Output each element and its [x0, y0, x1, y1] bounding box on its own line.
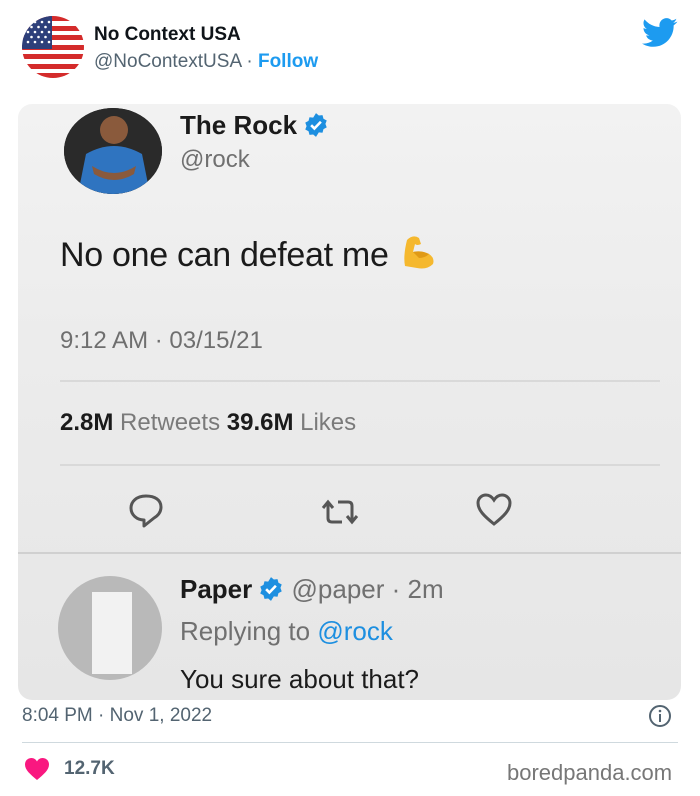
account-handle[interactable]: @NoContextUSA [94, 51, 241, 72]
watermark: boredpanda.com [507, 760, 673, 785]
rock-avatar-image [64, 108, 162, 194]
flexed-biceps-icon [403, 236, 434, 269]
verified-badge-icon [305, 113, 327, 137]
embedded-screenshot[interactable]: The Rock @rock No one can defeat me 9:12… [18, 104, 681, 700]
paper-handle: @paper [291, 574, 385, 604]
divider [18, 552, 681, 554]
rock-handle: @rock [180, 146, 250, 173]
divider [60, 464, 660, 466]
paper-name-row: Paper @paper · 2m [180, 574, 444, 605]
info-icon[interactable] [648, 704, 672, 728]
like-icon [476, 493, 512, 526]
retweets-count: 2.8M [60, 409, 114, 436]
likes-count: 39.6M [226, 409, 294, 436]
tweet-time: 9:12 AM · 03/15/21 [60, 327, 263, 354]
paper-avatar [58, 576, 162, 680]
rock-avatar [64, 108, 162, 194]
replying-to-row: Replying to @rock [180, 616, 393, 647]
reply-icon [129, 494, 163, 528]
twitter-bird-icon[interactable] [642, 18, 678, 48]
paper-sheet-image [92, 592, 132, 674]
paper-name: Paper [180, 574, 253, 604]
likes-label: Likes [300, 409, 357, 436]
us-flag-icon [22, 16, 84, 78]
reply-text: You sure about that? [180, 664, 420, 694]
follow-button[interactable]: Follow [258, 51, 318, 72]
account-avatar[interactable] [22, 16, 84, 78]
divider [60, 380, 660, 382]
replying-prefix: Replying to [180, 616, 311, 646]
replying-to-handle: @rock [317, 616, 393, 646]
rock-name: The Rock [180, 110, 298, 140]
account-name[interactable]: No Context USA [94, 24, 241, 46]
footer-divider [22, 742, 678, 743]
rock-name-row: The Rock [180, 110, 329, 141]
handle-separator: · [241, 51, 258, 72]
reply-age: · 2m [391, 574, 444, 604]
retweets-label: Retweets [120, 409, 221, 436]
account-handle-row: @NoContextUSA · Follow [94, 51, 318, 73]
tweet-stats: 2.8M Retweets 39.6M Likes [60, 409, 356, 437]
heart-icon[interactable] [24, 757, 50, 781]
verified-badge-icon [260, 577, 282, 601]
tweet-timestamp[interactable]: 8:04 PM · Nov 1, 2022 [22, 705, 212, 727]
retweet-icon [321, 499, 359, 525]
tweet-text: No one can defeat me [60, 236, 389, 274]
tweet-text-row: No one can defeat me [60, 232, 439, 275]
likes-count[interactable]: 12.7K [64, 758, 115, 780]
